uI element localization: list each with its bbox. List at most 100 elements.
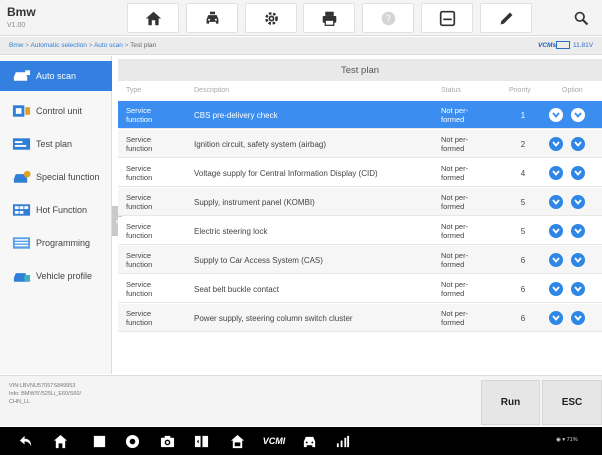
sidebar-item-special-function[interactable]: Special function	[0, 162, 112, 192]
row-type: Service function	[126, 251, 153, 269]
vehicle-region: CHN_LL	[9, 399, 31, 405]
column-header-description: Description	[194, 87, 230, 94]
row-description: Electric steering lock	[194, 227, 268, 236]
row-option-button[interactable]	[549, 224, 563, 238]
sidebar-item-auto-scan[interactable]: Auto scan	[0, 61, 112, 91]
car-service-button[interactable]	[186, 3, 238, 33]
row-option-button[interactable]	[549, 311, 563, 325]
camera-icon[interactable]	[158, 432, 176, 450]
column-header-status: Status	[441, 87, 461, 94]
help-icon: ?	[381, 11, 395, 25]
row-status: Not per-formed	[441, 222, 469, 240]
test-plan-icon	[12, 138, 31, 150]
row-option-button[interactable]	[571, 166, 585, 180]
row-option-button[interactable]	[549, 137, 563, 151]
row-type: Service function	[126, 106, 153, 124]
row-type: Service function	[126, 222, 153, 240]
help-button[interactable]: ?	[362, 3, 414, 33]
car-service-icon	[206, 11, 218, 24]
table-row[interactable]: Service function Supply to Car Access Syst…	[118, 246, 602, 274]
car-icon[interactable]	[300, 432, 318, 450]
breadcrumb-bar: Bmw > Automatic selection > Auto scan > …	[0, 37, 602, 55]
sidebar-item-hot-function[interactable]: Hot Function	[0, 195, 112, 225]
table-row[interactable]: Service function CBS pre-delivery check Not…	[118, 101, 602, 129]
row-option-button[interactable]	[571, 253, 585, 267]
chrome-icon[interactable]	[123, 432, 141, 450]
sidebar-item-test-plan[interactable]: Test plan	[0, 129, 112, 159]
row-priority: 2	[520, 140, 526, 149]
row-description: Voltage supply for Central Information D…	[194, 169, 378, 178]
home-button[interactable]	[127, 3, 179, 33]
row-priority: 6	[520, 256, 526, 265]
search-button[interactable]	[545, 3, 597, 33]
sidebar-item-label: Control unit	[36, 106, 83, 116]
row-option-button[interactable]	[549, 108, 563, 122]
control-unit-icon	[12, 105, 31, 117]
esc-button[interactable]: ESC	[542, 380, 602, 425]
sidebar-item-vehicle-profile[interactable]: Vehicle profile	[0, 261, 112, 291]
row-option-button[interactable]	[571, 195, 585, 209]
edit-icon	[500, 12, 512, 24]
row-option-button[interactable]	[571, 224, 585, 238]
column-header-priority: Priority	[509, 87, 531, 94]
status-tray: ◉ ▾ 71%	[556, 437, 578, 443]
table-row[interactable]: Service function Power supply, steering co…	[118, 304, 602, 332]
vehicle-info: VIN:LBVNU57057S849953 Info: BMW/5'/525Li…	[9, 382, 81, 406]
breadcrumb-item[interactable]: Automatic selection	[31, 42, 87, 49]
recent-apps-icon[interactable]	[90, 432, 108, 450]
table-row[interactable]: Service function Supply, instrument panel …	[118, 188, 602, 216]
sidebar-item-control-unit[interactable]: Control unit	[0, 96, 112, 126]
chevron-down-icon	[552, 111, 560, 120]
battery-voltage: 11.81V	[573, 42, 594, 49]
car-home-icon[interactable]	[228, 432, 246, 450]
row-option-button[interactable]	[571, 282, 585, 296]
top-toolbar: Bmw V1.00 ?	[0, 0, 602, 36]
wifi-icon: ◉ ▾	[556, 437, 567, 443]
row-status: Not per-formed	[441, 280, 469, 298]
back-icon[interactable]	[16, 432, 34, 450]
vehicle-model: Info: BMW/5'/525Li_E60/S60/	[9, 391, 81, 397]
row-option-button[interactable]	[549, 282, 563, 296]
table-row[interactable]: Service function Seat belt buckle contact N…	[118, 275, 602, 303]
table-row[interactable]: Service function Electric steering lock Not…	[118, 217, 602, 245]
edit-button[interactable]	[480, 3, 532, 33]
row-priority: 1	[520, 111, 526, 120]
breadcrumb-item[interactable]: Auto scan	[94, 42, 123, 49]
row-option-button[interactable]	[571, 311, 585, 325]
split-screen-icon[interactable]	[192, 432, 210, 450]
print-button[interactable]	[303, 3, 355, 33]
chevron-down-icon	[574, 140, 582, 149]
app-title: Bmw	[7, 5, 36, 19]
breadcrumb-item[interactable]: Bmw	[9, 42, 23, 49]
settings-button[interactable]	[245, 3, 297, 33]
run-button[interactable]: Run	[481, 380, 540, 425]
chevron-down-icon	[574, 198, 582, 207]
table-header: Type Description Status Priority Option	[118, 82, 602, 100]
chevron-down-icon	[574, 314, 582, 323]
chevron-down-icon	[552, 256, 560, 265]
system-navigation-bar: VCMI ◉ ▾ 71%	[0, 427, 602, 455]
sidebar-item-label: Hot Function	[36, 205, 88, 215]
signal-icon[interactable]	[333, 432, 351, 450]
row-option-button[interactable]	[549, 253, 563, 267]
row-option-button[interactable]	[549, 166, 563, 180]
sidebar-item-label: Auto scan	[36, 71, 77, 81]
home-icon[interactable]	[51, 432, 69, 450]
column-header-type: Type	[126, 87, 142, 94]
row-priority: 5	[520, 198, 526, 207]
chevron-down-icon	[574, 256, 582, 265]
table-row[interactable]: Service function Voltage supply for Centra…	[118, 159, 602, 187]
row-status: Not per-formed	[441, 251, 469, 269]
save-button[interactable]	[421, 3, 473, 33]
row-option-button[interactable]	[571, 108, 585, 122]
row-option-button[interactable]	[549, 195, 563, 209]
row-option-button[interactable]	[571, 137, 585, 151]
battery-icon	[556, 41, 570, 49]
vcm-icon[interactable]: VCMI	[260, 432, 288, 450]
table-row[interactable]: Service function Ignition circuit, safety …	[118, 130, 602, 158]
vci-connection-badge: VCMs	[538, 42, 557, 49]
row-description: Supply to Car Access System (CAS)	[194, 256, 323, 265]
panel-title: Test plan	[118, 59, 602, 81]
row-description: Seat belt buckle contact	[194, 285, 279, 294]
sidebar-item-programming[interactable]: Programming	[0, 228, 112, 258]
